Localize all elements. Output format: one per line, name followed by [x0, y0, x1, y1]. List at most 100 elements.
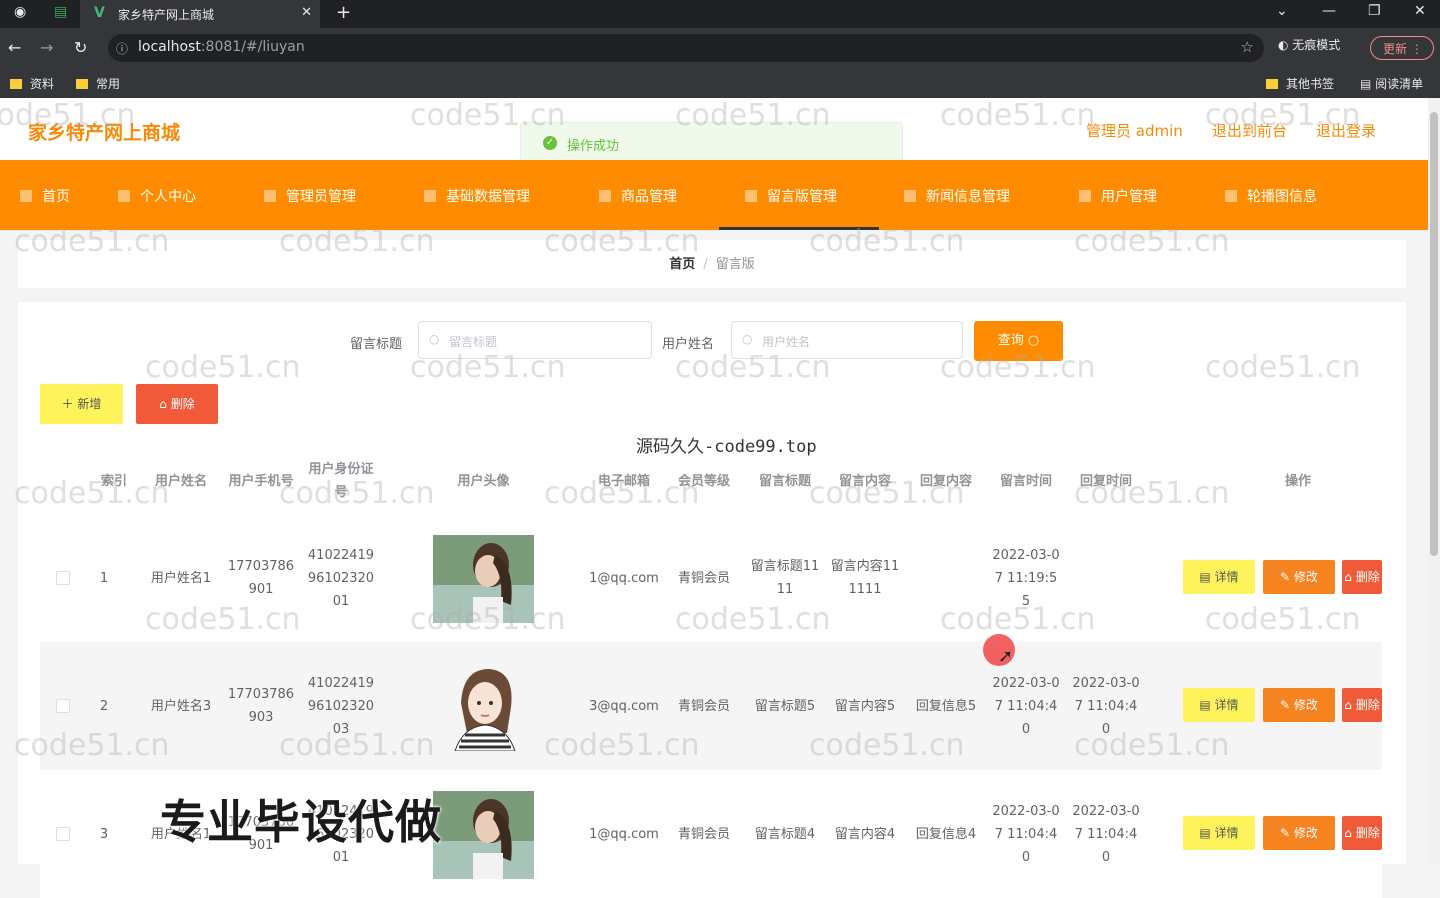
reading-list[interactable]: ▤ 阅读清单 [1360, 75, 1423, 92]
admin-user-label[interactable]: 管理员 admin [1086, 120, 1183, 141]
cell-phone: 17703786903 [227, 687, 295, 725]
col-idcard: 用户身份证号 [308, 462, 374, 500]
cell-content: 留言内容5 [834, 698, 896, 714]
col-msg-time: 留言时间 [999, 473, 1052, 489]
nav-item-goods[interactable]: 商品管理 [599, 186, 677, 206]
cell-email: 1@qq.com [589, 826, 659, 842]
cell-index: 2 [99, 698, 109, 714]
row-checkbox[interactable] [56, 827, 70, 841]
cell-msg-time: 2022-03-07 11:19:55 [992, 547, 1060, 609]
col-reply: 回复内容 [919, 473, 972, 489]
breadcrumb-separator: / [703, 257, 708, 272]
detail-button[interactable]: ▤ 详情 [1183, 560, 1255, 594]
cell-reply: 回复信息4 [915, 826, 977, 842]
mouse-pointer-icon: ➚ [998, 646, 1014, 667]
folder-icon [10, 79, 22, 89]
nav-item-users[interactable]: 用户管理 [1079, 186, 1157, 206]
cell-email: 1@qq.com [589, 570, 659, 586]
cell-index: 3 [99, 826, 109, 842]
incognito-label: 无痕模式 [1292, 38, 1341, 52]
bookmark-label: 阅读清单 [1375, 77, 1424, 91]
search-icon: ○ [742, 332, 753, 346]
forward-icon[interactable]: → [40, 38, 53, 57]
nav-item-home[interactable]: 首页 [20, 186, 70, 206]
bookmarks-bar: 资料 常用 其他书签 ▤ 阅读清单 [0, 68, 1440, 98]
minimize-icon[interactable]: — [1322, 3, 1336, 19]
detail-button[interactable]: ▤ 详情 [1183, 816, 1255, 850]
table-row: 2 用户姓名3 17703786903 410224199610232003 3… [40, 642, 1382, 770]
document-icon: ▤ [1199, 698, 1215, 712]
edit-label: 修改 [1293, 570, 1318, 584]
cell-name: 用户姓名1 [150, 570, 212, 586]
logout-link[interactable]: 退出登录 [1316, 120, 1376, 141]
incognito-indicator[interactable]: ◐ 无痕模式 [1278, 36, 1340, 53]
cell-title: 留言标题4 [754, 826, 816, 842]
breadcrumb-home[interactable]: 首页 [669, 257, 695, 272]
bookmark-item[interactable]: 资料 [10, 75, 54, 92]
restore-icon[interactable]: ❐ [1368, 3, 1381, 19]
cell-title: 留言标题1111 [750, 559, 820, 597]
avatar-photo [433, 791, 534, 879]
nav-item-carousel[interactable]: 轮播图信息 [1225, 186, 1317, 206]
chevron-down-icon[interactable]: ⌄ [1276, 3, 1288, 19]
detail-button[interactable]: ▤ 详情 [1183, 688, 1255, 722]
add-button[interactable]: ＋ 新增 [40, 384, 123, 424]
browser-tab-bar: ◉ ▤ V 家乡特产网上商城 ✕ + ⌄ — ❐ ✕ [0, 0, 1440, 28]
update-button[interactable]: 更新 ⋮ [1370, 36, 1434, 60]
other-bookmarks[interactable]: 其他书签 [1266, 75, 1334, 92]
title-search-input[interactable]: ○ 留言标题 [418, 321, 652, 359]
col-ops: 操作 [1284, 473, 1311, 489]
nav-item-news[interactable]: 新闻信息管理 [904, 186, 1010, 206]
browser-tab[interactable]: V 家乡特产网上商城 ✕ [80, 0, 320, 28]
url-field[interactable]: ⓘ localhost:8081/#/liuyan ☆ [108, 34, 1264, 62]
row-delete-button[interactable]: ⌂ 删除 [1342, 816, 1382, 850]
nav-item-basic-data[interactable]: 基础数据管理 [424, 186, 530, 206]
row-delete-button[interactable]: ⌂ 删除 [1342, 688, 1382, 722]
cell-reply-time: 2022-03-07 11:04:40 [1072, 803, 1140, 865]
name-search-input[interactable]: ○ 用户姓名 [731, 321, 963, 359]
plus-icon: ＋ [61, 397, 74, 411]
user-avatar-image [433, 791, 534, 879]
nav-item-profile[interactable]: 个人中心 [118, 186, 196, 206]
breadcrumb-current: 留言版 [715, 257, 755, 272]
home-icon [20, 190, 32, 202]
admin-icon [264, 190, 276, 202]
delete-button[interactable]: ⌂ 删除 [136, 384, 218, 424]
edit-button[interactable]: ✎ 修改 [1263, 688, 1335, 722]
bookmark-star-icon[interactable]: ☆ [1241, 38, 1254, 56]
name-filter-label: 用户姓名 [662, 337, 715, 352]
title-filter-label: 留言标题 [350, 337, 403, 352]
scrollbar-thumb[interactable] [1430, 112, 1438, 556]
user-icon [118, 190, 130, 202]
back-to-front-link[interactable]: 退出到前台 [1212, 120, 1287, 141]
trash-icon: ⌂ [1344, 570, 1356, 584]
nav-label: 管理员管理 [286, 189, 356, 205]
remove-label: 删除 [1355, 570, 1380, 584]
col-avatar: 用户头像 [457, 473, 510, 489]
edit-button[interactable]: ✎ 修改 [1263, 816, 1335, 850]
cell-idcard: 410224199610232001 [307, 547, 375, 609]
close-window-icon[interactable]: ✕ [1414, 3, 1426, 19]
close-tab-icon[interactable]: ✕ [301, 5, 312, 20]
cell-phone: 17703786901 [227, 559, 295, 597]
row-delete-button[interactable]: ⌂ 删除 [1342, 560, 1382, 594]
bookmark-label: 其他书签 [1286, 77, 1335, 91]
query-button[interactable]: 查询 ○ [974, 321, 1063, 361]
nav-item-guestbook[interactable]: 留言版管理 [745, 186, 837, 206]
bookmark-item[interactable]: 常用 [76, 75, 120, 92]
row-checkbox[interactable] [56, 571, 70, 585]
remove-label: 删除 [1355, 698, 1380, 712]
user-avatar-image [433, 535, 534, 623]
edit-button[interactable]: ✎ 修改 [1263, 560, 1335, 594]
new-tab-icon[interactable]: + [336, 2, 351, 23]
reload-icon[interactable]: ↻ [74, 38, 87, 57]
browser-app-icon: ◉ [14, 4, 27, 20]
table-row: 1 用户姓名1 17703786901 410224199610232001 1… [40, 514, 1382, 642]
nav-item-admin[interactable]: 管理员管理 [264, 186, 356, 206]
nav-label: 轮播图信息 [1247, 189, 1317, 205]
row-checkbox[interactable] [56, 699, 70, 713]
brand-title: 家乡特产网上商城 [28, 122, 181, 144]
cell-reply-time: 2022-03-07 11:04:40 [1072, 675, 1140, 737]
info-icon[interactable]: ⓘ [116, 40, 128, 57]
back-icon[interactable]: ← [8, 38, 21, 57]
